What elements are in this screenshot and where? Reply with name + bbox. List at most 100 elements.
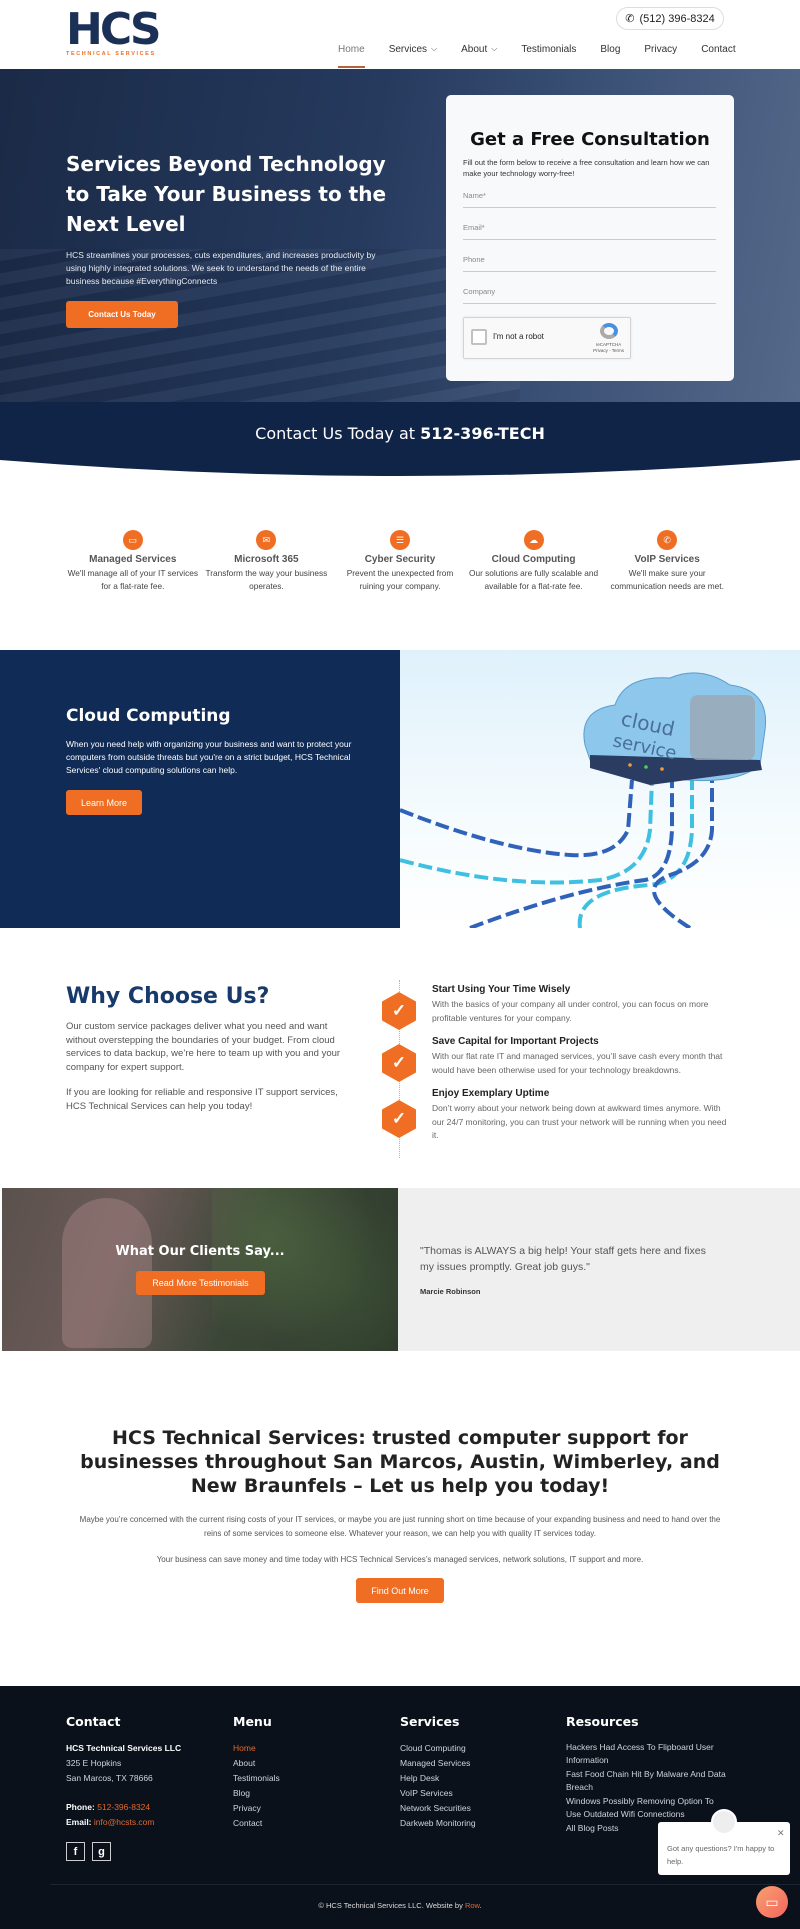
gears-icon	[690, 695, 755, 760]
footer-link[interactable]: Help Desk	[400, 1771, 476, 1786]
testimonial-quote: "Thomas is ALWAYS a big help! Your staff…	[420, 1245, 706, 1273]
nav-label: Testimonials	[521, 44, 577, 55]
cloud-service-image: cloud service	[400, 650, 800, 928]
footer-resources: Resources Hackers Had Access To Flipboar…	[566, 1714, 726, 1835]
footer-contact: Contact HCS Technical Services LLC 325 E…	[66, 1714, 181, 1861]
strip-prefix: Contact Us Today at	[255, 424, 421, 443]
cloud-icon: ☁	[523, 530, 544, 550]
recaptcha-links[interactable]: Privacy - Terms	[593, 348, 624, 354]
footer-link[interactable]: Fast Food Chain Hit By Malware And Data …	[566, 1768, 726, 1793]
cta-paragraph-2: Your business can save money and time to…	[156, 1555, 644, 1564]
service-desc: We'll make sure your communication needs…	[610, 568, 724, 591]
footer-link[interactable]: Hackers Had Access To Flipboard User Inf…	[566, 1741, 726, 1766]
cable-lines	[400, 779, 714, 928]
service-title: Managed Services	[89, 554, 177, 565]
footer-link[interactable]: Network Securities	[400, 1801, 476, 1816]
testimonial-quote-panel: "Thomas is ALWAYS a big help! Your staff…	[398, 1188, 800, 1351]
form-title: Get a Free Consultation	[470, 129, 710, 150]
nav-privacy[interactable]: Privacy	[632, 44, 689, 68]
recaptcha-brand: reCAPTCHA Privacy - Terms	[593, 342, 624, 354]
footer-link[interactable]: Managed Services	[400, 1756, 476, 1771]
learn-more-button[interactable]: Learn More	[66, 790, 142, 815]
main-nav: Home Services ⌵ About ⌵ Testimonials Blog …	[326, 44, 748, 68]
header-phone-number: (512) 396-8324	[639, 12, 715, 25]
why-paragraph-2: If you are looking for reliable and resp…	[66, 1087, 338, 1112]
nav-contact[interactable]: Contact	[689, 44, 747, 68]
nav-home[interactable]: Home	[326, 44, 377, 68]
find-out-more-button[interactable]: Find Out More	[356, 1578, 444, 1603]
consultation-form: Get a Free Consultation Fill out the for…	[446, 95, 734, 381]
logo-mark: HCS	[66, 4, 162, 55]
cloud-text: When you need help with organizing your …	[66, 739, 352, 775]
service-item[interactable]: ✆ VoIP Services We'll make sure your com…	[600, 528, 734, 593]
logo[interactable]: HCS TECHNICAL SERVICES	[66, 4, 176, 60]
footer-link[interactable]: Home	[233, 1741, 280, 1756]
nav-testimonials[interactable]: Testimonials	[509, 44, 588, 68]
site-footer: Contact HCS Technical Services LLC 325 E…	[0, 1686, 800, 1929]
footer-heading: Contact	[66, 1714, 121, 1729]
header-phone-button[interactable]: ✆ (512) 396-8324	[616, 7, 724, 30]
footer-heading: Resources	[566, 1714, 639, 1729]
cta-paragraph-1: Maybe you’re concerned with the current …	[79, 1515, 721, 1538]
benefit-desc: With the basics of your company all unde…	[432, 999, 709, 1023]
nav-services[interactable]: Services ⌵	[377, 44, 449, 68]
nav-label: Services	[388, 44, 428, 55]
footer-link[interactable]: Contact	[233, 1816, 280, 1831]
recaptcha-label: I'm not a robot	[493, 332, 544, 341]
hero-text: HCS streamlines your processes, cuts exp…	[66, 250, 376, 286]
footer-email-link[interactable]: info@hcsts.com	[94, 1817, 155, 1827]
monitor-icon: ▭	[122, 530, 143, 550]
email-field[interactable]: Email*	[463, 223, 716, 240]
copyright-end: .	[479, 1901, 482, 1910]
nav-label: Blog	[600, 44, 621, 55]
footer-link[interactable]: Blog	[233, 1786, 280, 1801]
company-field[interactable]: Company	[463, 287, 716, 304]
close-icon[interactable]: ✕	[777, 1828, 785, 1839]
google-icon[interactable]: g	[92, 1842, 111, 1861]
social-links: f g	[66, 1842, 181, 1861]
footer-link[interactable]: VoIP Services	[400, 1786, 476, 1801]
footer-link[interactable]: Cloud Computing	[400, 1741, 476, 1756]
nav-blog[interactable]: Blog	[588, 44, 632, 68]
footer-link[interactable]: Testimonials	[233, 1771, 280, 1786]
footer-heading: Services	[400, 1714, 460, 1729]
chat-bubble-icon[interactable]: ▭	[756, 1886, 788, 1918]
service-item[interactable]: ▭ Managed Services We'll manage all of y…	[66, 528, 200, 593]
strip-phone[interactable]: 512-396-TECH	[420, 424, 545, 443]
footer-link[interactable]: Windows Possibly Removing Option To Use …	[566, 1795, 726, 1820]
nav-label: About	[461, 44, 488, 55]
facebook-icon[interactable]: f	[66, 1842, 85, 1861]
checkmark-hex-icon: ✓	[382, 1044, 416, 1082]
recaptcha-icon	[600, 323, 618, 339]
chat-avatar-icon	[711, 1809, 737, 1835]
server-icon: ☰	[389, 530, 410, 550]
contact-strip-text: Contact Us Today at 512-396-TECH	[0, 424, 800, 443]
nav-about[interactable]: About ⌵	[449, 44, 509, 68]
footer-phone-row: Phone: 512-396-8324	[66, 1800, 181, 1815]
why-choose-title: Why Choose Us?	[66, 984, 270, 1009]
credit-link[interactable]: Row	[465, 1901, 480, 1910]
phone-field[interactable]: Phone	[463, 255, 716, 272]
cta-title: HCS Technical Services: trusted computer…	[80, 1427, 720, 1497]
why-paragraph-1: Our custom service packages deliver what…	[66, 1021, 341, 1073]
service-item[interactable]: ✉ Microsoft 365 Transform the way your b…	[200, 528, 334, 593]
benefit-desc: Don’t worry about your network being dow…	[432, 1103, 727, 1140]
phone-icon: ✆	[625, 13, 635, 25]
footer-phone-link[interactable]: 512-396-8324	[97, 1802, 150, 1812]
footer-link[interactable]: Privacy	[233, 1801, 280, 1816]
footer-link[interactable]: About	[233, 1756, 280, 1771]
copyright-text: © HCS Technical Services LLC. Website by	[318, 1901, 465, 1910]
service-desc: Transform the way your business operates…	[205, 568, 328, 591]
testimonials-banner: What Our Clients Say... Read More Testim…	[2, 1188, 398, 1351]
service-item[interactable]: ☰ Cyber Security Prevent the unexpected …	[333, 528, 467, 593]
footer-services: Services Cloud Computing Managed Service…	[400, 1714, 476, 1831]
recaptcha-checkbox[interactable]	[471, 329, 487, 345]
name-field[interactable]: Name*	[463, 191, 716, 208]
contact-us-button[interactable]: Contact Us Today	[66, 301, 178, 328]
nav-label: Privacy	[644, 44, 678, 55]
service-item[interactable]: ☁ Cloud Computing Our solutions are full…	[467, 528, 601, 593]
recaptcha-widget: I'm not a robot reCAPTCHA Privacy - Term…	[463, 317, 631, 359]
footer-link[interactable]: Darkweb Monitoring	[400, 1816, 476, 1831]
envelope-icon: ✉	[256, 530, 277, 550]
read-more-testimonials-button[interactable]: Read More Testimonials	[136, 1271, 265, 1295]
